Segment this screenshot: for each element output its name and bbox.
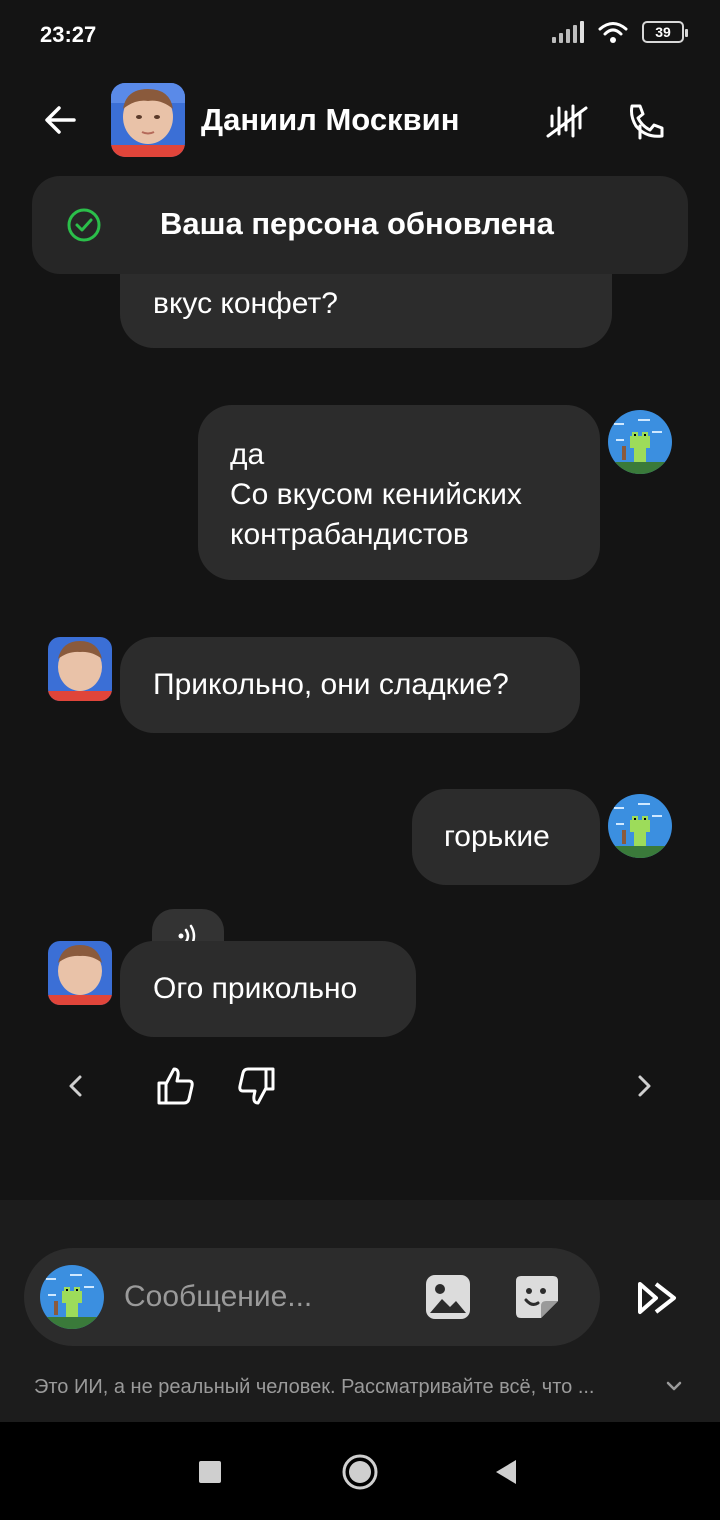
bot-avatar[interactable] [48, 941, 112, 1005]
frog-pixel-icon [608, 794, 672, 858]
message-composer [24, 1248, 600, 1346]
attach-image-button[interactable] [424, 1273, 472, 1321]
sound-off-icon [546, 104, 588, 138]
home-button[interactable] [338, 1450, 382, 1494]
boy-portrait-icon [111, 83, 185, 157]
back-button[interactable] [38, 98, 82, 142]
like-button[interactable] [152, 1062, 200, 1110]
frog-pixel-icon [40, 1265, 104, 1329]
phone-call-icon [630, 104, 664, 140]
send-button[interactable] [632, 1272, 684, 1324]
chevron-left-icon [69, 1075, 82, 1097]
image-icon [426, 1275, 470, 1319]
next-response-button[interactable] [620, 1062, 668, 1110]
chat-screen: 23:27 39 Даниил Москвин Ваша персона обн… [0, 0, 720, 1520]
message-text: Прикольно, они сладкие? [153, 668, 509, 701]
sticker-icon [516, 1276, 558, 1318]
message-text: горькие [444, 820, 550, 853]
call-button[interactable] [624, 98, 670, 144]
user-avatar[interactable] [608, 794, 672, 858]
wifi-icon [598, 22, 628, 43]
previous-response-button[interactable] [52, 1062, 100, 1110]
boy-portrait-icon [48, 637, 112, 701]
boy-portrait-icon [48, 941, 112, 1005]
response-feedback-row [0, 1056, 720, 1116]
persona-updated-toast: Ваша персона обновлена [32, 176, 688, 274]
contact-avatar[interactable] [111, 83, 185, 157]
arrow-left-icon [45, 106, 76, 134]
toast-text: Ваша персона обновлена [160, 206, 554, 241]
battery-icon: 39 [642, 21, 688, 43]
message-bubble-bot[interactable]: Ого прикольно [120, 941, 416, 1037]
chat-header: Даниил Москвин [0, 76, 720, 164]
status-icons: 39 [552, 20, 688, 44]
dislike-button[interactable] [232, 1062, 280, 1110]
ai-disclaimer[interactable]: Это ИИ, а не реальный человек. Рассматри… [34, 1376, 595, 1399]
status-bar: 23:27 39 [0, 0, 720, 70]
system-nav-bar [0, 1422, 720, 1520]
thumbs-down-icon [238, 1067, 275, 1105]
message-list[interactable]: вкус конфет? да Со вкусом кенийских конт… [0, 200, 720, 1200]
sticker-button[interactable] [513, 1273, 561, 1321]
message-bubble-user[interactable]: горькие [412, 789, 600, 885]
contact-name[interactable]: Даниил Москвин [201, 102, 459, 138]
check-circle-icon [67, 208, 101, 242]
persona-avatar-button[interactable] [40, 1265, 104, 1329]
mute-voice-button[interactable] [544, 98, 590, 144]
status-time: 23:27 [40, 22, 97, 47]
circle-icon [342, 1454, 378, 1490]
user-avatar[interactable] [608, 410, 672, 474]
message-input[interactable] [124, 1276, 404, 1318]
triangle-back-icon [496, 1460, 516, 1484]
square-icon [199, 1461, 221, 1483]
recents-button[interactable] [188, 1450, 232, 1494]
message-bubble-bot[interactable]: Прикольно, они сладкие? [120, 637, 580, 733]
chevron-right-icon [638, 1075, 651, 1097]
message-text: Ого прикольно [153, 972, 358, 1005]
message-bubble-user[interactable]: да Со вкусом кенийских контрабандистов [198, 405, 600, 580]
bot-avatar[interactable] [48, 637, 112, 701]
frog-pixel-icon [608, 410, 672, 474]
thumbs-up-icon [157, 1067, 194, 1105]
chevron-down-icon[interactable] [664, 1376, 684, 1396]
message-text: вкус конфет? [153, 287, 338, 320]
message-text: да Со вкусом кенийских контрабандистов [230, 438, 522, 551]
send-icon [638, 1282, 676, 1314]
back-nav-button[interactable] [484, 1450, 528, 1494]
signal-icon [552, 21, 584, 43]
composer-area: Это ИИ, а не реальный человек. Рассматри… [0, 1200, 720, 1422]
